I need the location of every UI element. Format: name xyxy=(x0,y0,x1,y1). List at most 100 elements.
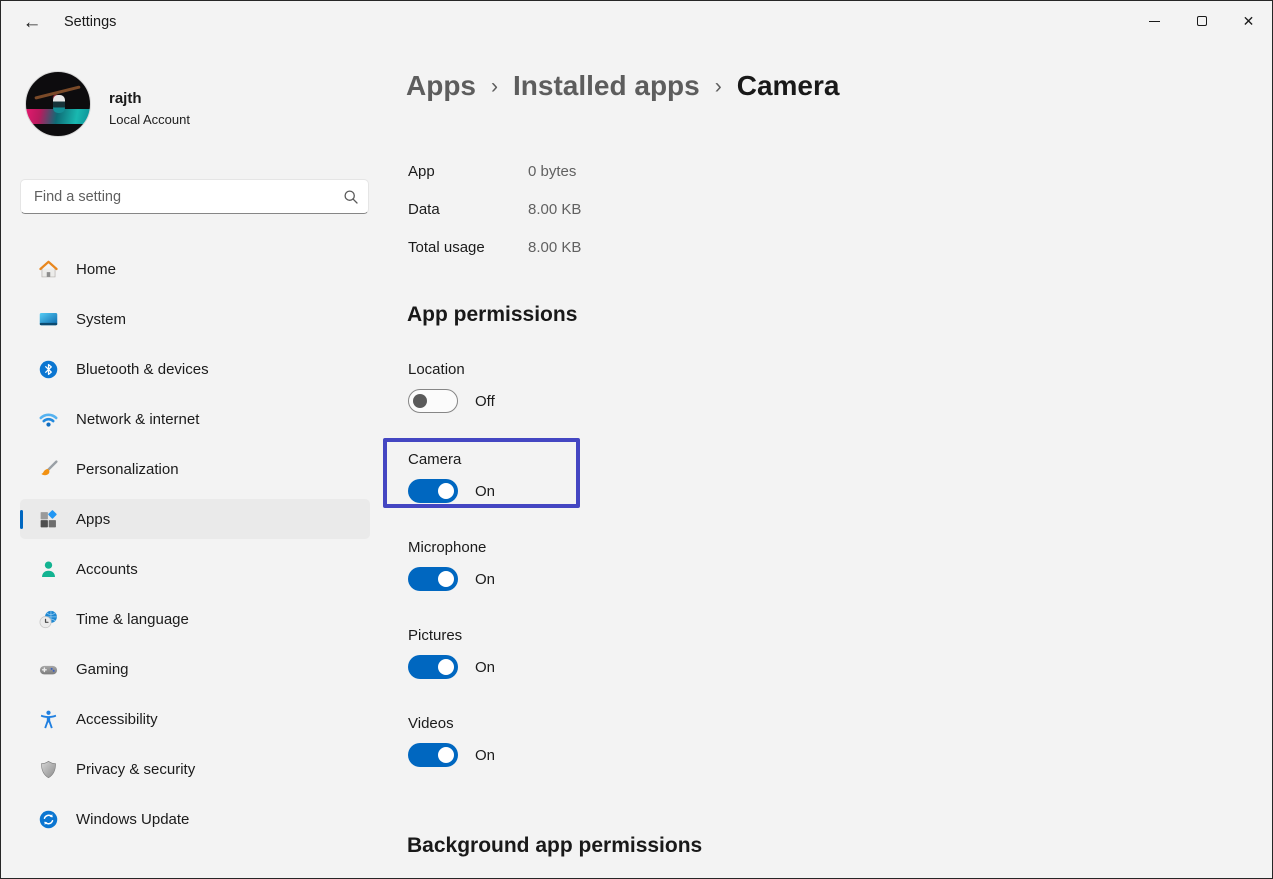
selected-indicator xyxy=(20,510,23,529)
back-button[interactable]: ← xyxy=(15,10,49,36)
sidebar-item-label: Home xyxy=(76,261,116,278)
sidebar-item-label: System xyxy=(76,311,126,328)
main-content: Apps › Installed apps › Camera App 0 byt… xyxy=(406,43,1266,879)
permission-pictures: Pictures On xyxy=(408,627,495,679)
sidebar-item-time-language[interactable]: Time & language xyxy=(20,599,370,639)
system-icon xyxy=(37,308,59,330)
sidebar-item-gaming[interactable]: Gaming xyxy=(20,649,370,689)
maximize-button[interactable] xyxy=(1178,1,1225,41)
sidebar-item-windows-update[interactable]: Windows Update xyxy=(20,799,370,839)
profile-header[interactable]: rajth Local Account xyxy=(25,71,365,141)
breadcrumb: Apps › Installed apps › Camera xyxy=(406,70,839,102)
location-toggle[interactable] xyxy=(408,389,458,413)
chevron-right-icon: › xyxy=(491,75,498,99)
sidebar-item-label: Accounts xyxy=(76,561,138,578)
windows-update-icon xyxy=(37,808,59,830)
usage-value: 8.00 KB xyxy=(528,201,581,218)
sidebar-item-label: Gaming xyxy=(76,661,129,678)
sidebar-item-label: Time & language xyxy=(76,611,189,628)
profile-account-type: Local Account xyxy=(109,112,190,127)
bluetooth-icon xyxy=(37,358,59,380)
sidebar-item-label: Privacy & security xyxy=(76,761,195,778)
usage-value: 8.00 KB xyxy=(528,239,581,256)
breadcrumb-installed-apps[interactable]: Installed apps xyxy=(513,70,700,102)
search-input[interactable] xyxy=(21,189,334,205)
network-icon xyxy=(37,408,59,430)
permission-microphone: Microphone On xyxy=(408,539,495,591)
maximize-icon xyxy=(1197,16,1207,26)
toggle-knob xyxy=(438,483,454,499)
permission-videos: Videos On xyxy=(408,715,495,767)
titlebar: ← Settings ✕ xyxy=(1,1,1272,43)
permission-state: Off xyxy=(475,393,495,410)
pictures-toggle[interactable] xyxy=(408,655,458,679)
camera-toggle[interactable] xyxy=(408,479,458,503)
sidebar-item-personalization[interactable]: Personalization xyxy=(20,449,370,489)
search-box[interactable] xyxy=(20,179,369,214)
permission-location: Location Off xyxy=(408,361,495,413)
minimize-icon xyxy=(1149,21,1160,22)
sidebar: rajth Local Account Home System xyxy=(1,43,391,879)
usage-label: Total usage xyxy=(408,239,528,256)
toggle-knob xyxy=(438,747,454,763)
permission-camera: Camera On xyxy=(408,451,495,503)
permission-label: Camera xyxy=(408,451,495,468)
window-controls: ✕ xyxy=(1131,1,1272,41)
toggle-knob xyxy=(413,394,427,408)
accounts-icon xyxy=(37,558,59,580)
sidebar-item-apps[interactable]: Apps xyxy=(20,499,370,539)
close-button[interactable]: ✕ xyxy=(1225,1,1272,41)
search-icon[interactable] xyxy=(334,189,368,205)
storage-usage: App 0 bytes Data 8.00 KB Total usage 8.0… xyxy=(408,152,581,266)
chevron-right-icon: › xyxy=(715,75,722,99)
sidebar-item-bluetooth-devices[interactable]: Bluetooth & devices xyxy=(20,349,370,389)
sidebar-item-system[interactable]: System xyxy=(20,299,370,339)
close-icon: ✕ xyxy=(1243,14,1255,28)
permission-state: On xyxy=(475,747,495,764)
toggle-knob xyxy=(438,571,454,587)
minimize-button[interactable] xyxy=(1131,1,1178,41)
avatar xyxy=(25,71,91,137)
apps-icon xyxy=(37,508,59,530)
home-icon xyxy=(37,258,59,280)
sidebar-item-label: Bluetooth & devices xyxy=(76,361,209,378)
permission-label: Microphone xyxy=(408,539,495,556)
back-arrow-icon: ← xyxy=(23,12,42,34)
personalization-icon xyxy=(37,458,59,480)
usage-value: 0 bytes xyxy=(528,163,576,180)
videos-toggle[interactable] xyxy=(408,743,458,767)
app-title: Settings xyxy=(64,14,116,30)
breadcrumb-camera: Camera xyxy=(737,70,840,102)
sidebar-nav: Home System Bluetooth & devices Network … xyxy=(1,249,391,849)
permission-label: Videos xyxy=(408,715,495,732)
sidebar-item-network-internet[interactable]: Network & internet xyxy=(20,399,370,439)
accessibility-icon xyxy=(37,708,59,730)
permission-state: On xyxy=(475,659,495,676)
microphone-toggle[interactable] xyxy=(408,567,458,591)
permission-state: On xyxy=(475,483,495,500)
sidebar-item-accounts[interactable]: Accounts xyxy=(20,549,370,589)
sidebar-item-label: Network & internet xyxy=(76,411,199,428)
usage-label: Data xyxy=(408,201,528,218)
permission-label: Location xyxy=(408,361,495,378)
sidebar-item-accessibility[interactable]: Accessibility xyxy=(20,699,370,739)
usage-label: App xyxy=(408,163,528,180)
sidebar-item-label: Apps xyxy=(76,511,110,528)
usage-row-data: Data 8.00 KB xyxy=(408,190,581,228)
time-language-icon xyxy=(37,608,59,630)
sidebar-item-label: Accessibility xyxy=(76,711,158,728)
usage-row-total: Total usage 8.00 KB xyxy=(408,228,581,266)
sidebar-item-home[interactable]: Home xyxy=(20,249,370,289)
sidebar-item-label: Personalization xyxy=(76,461,179,478)
permission-label: Pictures xyxy=(408,627,495,644)
breadcrumb-apps[interactable]: Apps xyxy=(406,70,476,102)
sidebar-item-label: Windows Update xyxy=(76,811,189,828)
settings-window: ← Settings ✕ rajth Local Account xyxy=(0,0,1273,879)
usage-row-app: App 0 bytes xyxy=(408,152,581,190)
sidebar-item-privacy-security[interactable]: Privacy & security xyxy=(20,749,370,789)
app-permissions-heading: App permissions xyxy=(407,303,577,327)
profile-name: rajth xyxy=(109,90,142,107)
toggle-knob xyxy=(438,659,454,675)
privacy-security-icon xyxy=(37,758,59,780)
background-permissions-heading: Background app permissions xyxy=(407,834,702,858)
